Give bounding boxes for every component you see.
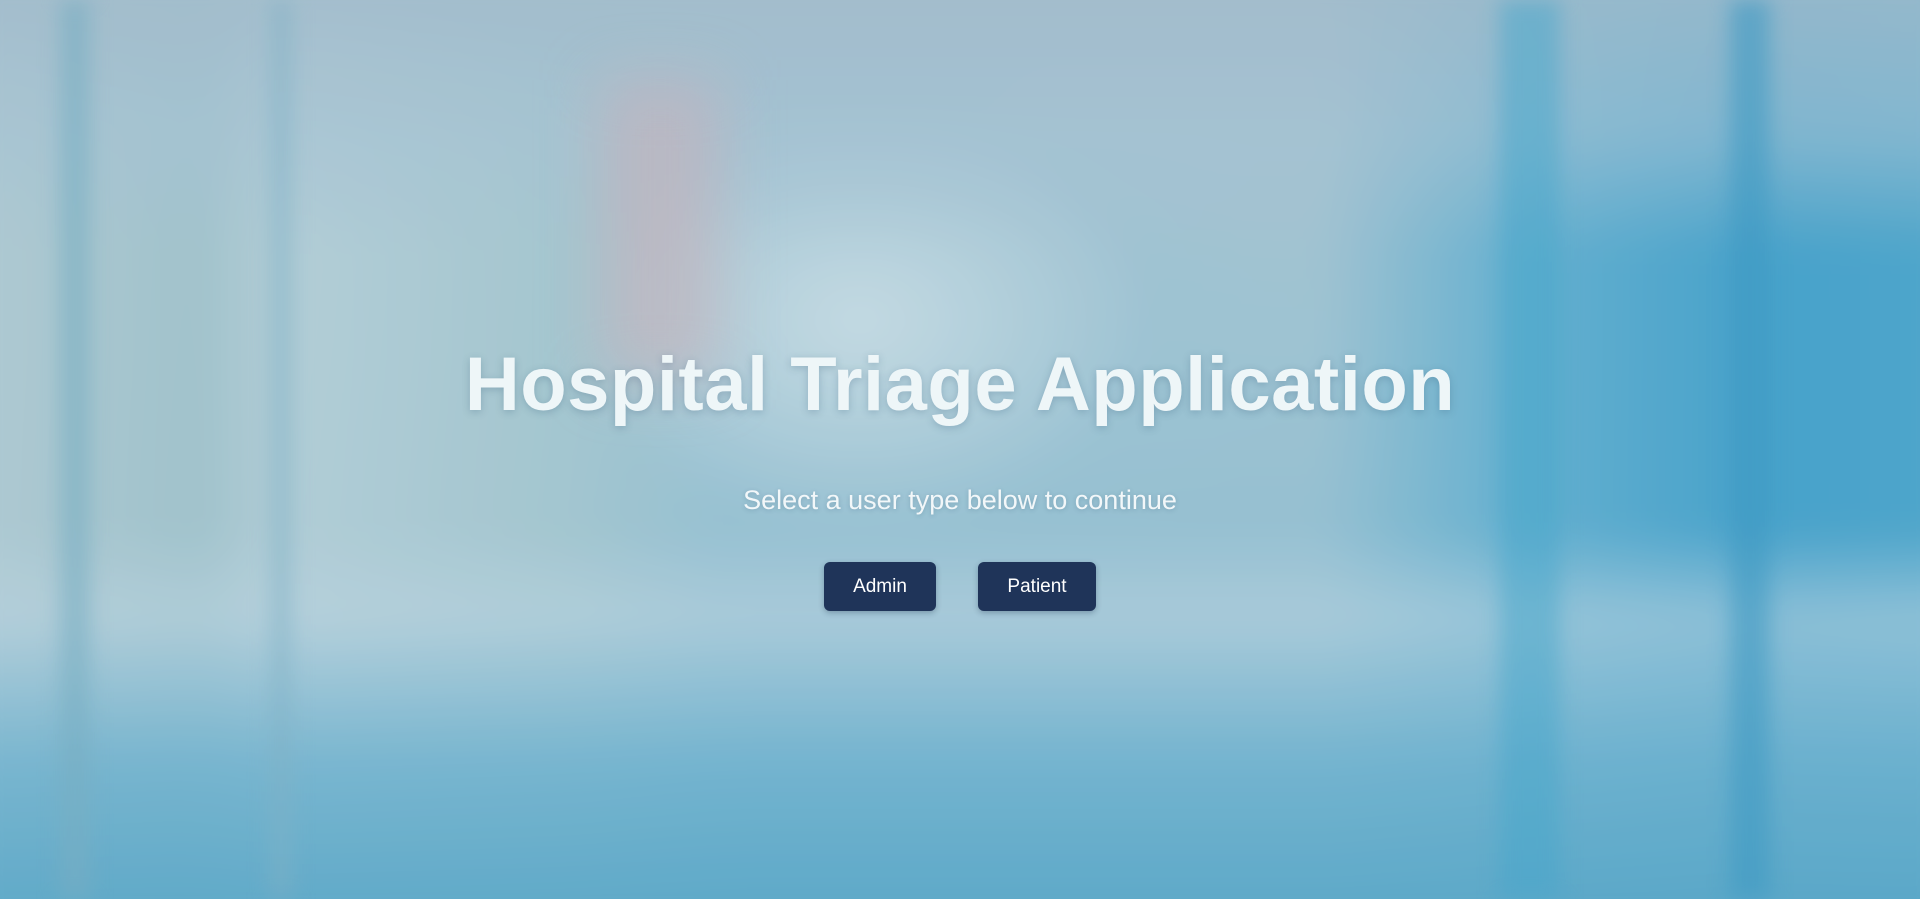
page-subtitle: Select a user type below to continue [743,485,1177,515]
landing-page: Hospital Triage Application Select a use… [0,0,1920,899]
page-title: Hospital Triage Application [464,342,1456,427]
admin-button[interactable]: Admin [824,562,936,611]
patient-button[interactable]: Patient [978,562,1096,611]
user-type-buttons: Admin Patient [0,562,1920,611]
hero-content: Hospital Triage Application Select a use… [0,0,1920,899]
